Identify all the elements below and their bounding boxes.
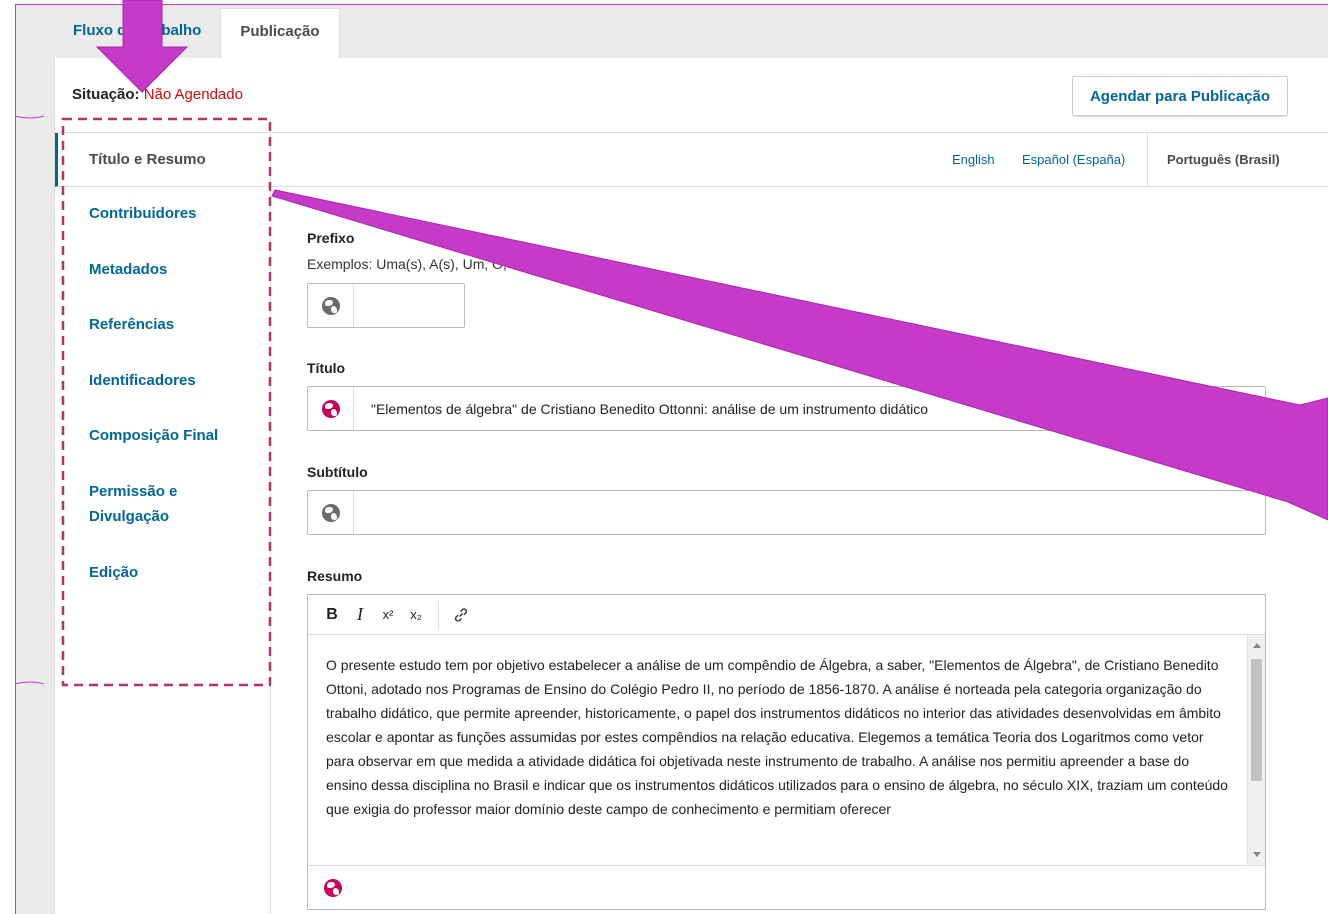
- publication-status: Situação: Não Agendado: [72, 86, 243, 103]
- tab-publication[interactable]: Publicação: [220, 8, 340, 58]
- tab-workflow[interactable]: Fluxo de Trabalho: [54, 8, 220, 58]
- bold-button[interactable]: B: [318, 601, 346, 629]
- italic-button[interactable]: I: [346, 601, 374, 629]
- superscript-button[interactable]: x²: [374, 601, 402, 629]
- prefix-description: Exemplos: Uma(s), A(s), Um, O, O(s): [307, 256, 539, 272]
- status-bar: Situação: Não Agendado Agendar para Publ…: [55, 58, 1328, 133]
- subtitle-locale-toggle[interactable]: [308, 491, 354, 534]
- side-nav: Título e Resumo Contribuidores Metadados…: [55, 133, 271, 914]
- nav-item-title-abstract[interactable]: Título e Resumo: [55, 133, 270, 187]
- nav-item-contributors[interactable]: Contribuidores: [55, 201, 270, 226]
- lang-divider: [1147, 133, 1148, 186]
- toolbar-divider: [438, 600, 439, 629]
- editor-scrollbar[interactable]: [1247, 635, 1265, 865]
- title-locale-toggle[interactable]: [308, 387, 354, 430]
- tab-bar: Fluxo de Trabalho Publicação: [54, 8, 340, 58]
- abstract-editor[interactable]: B I x² x₂ O presente estudo tem por obje…: [307, 594, 1266, 910]
- status-label: Situação:: [72, 86, 140, 103]
- abstract-locale-bar: [308, 865, 1265, 910]
- lang-portuguese[interactable]: Português (Brasil): [1167, 152, 1280, 167]
- globe-icon: [321, 296, 340, 315]
- lang-english[interactable]: English: [952, 152, 995, 167]
- scroll-thumb[interactable]: [1251, 659, 1262, 781]
- nav-item-galleys[interactable]: Composição Final: [55, 423, 270, 448]
- title-input[interactable]: "Elementos de álgebra" de Cristiano Bene…: [307, 386, 1266, 431]
- nav-item-identifiers[interactable]: Identificadores: [55, 368, 270, 393]
- status-value: Não Agendado: [143, 86, 243, 103]
- nav-item-references[interactable]: Referências: [55, 312, 270, 337]
- globe-icon: [321, 503, 340, 522]
- nav-item-issue[interactable]: Edição: [55, 560, 270, 585]
- prefix-label: Prefixo: [307, 230, 355, 246]
- editor-toolbar: B I x² x₂: [308, 595, 1265, 635]
- globe-icon[interactable]: [324, 879, 342, 897]
- subtitle-label: Subtítulo: [307, 464, 368, 480]
- subscript-button[interactable]: x₂: [402, 601, 430, 629]
- nav-item-metadata[interactable]: Metadados: [55, 257, 270, 282]
- subtitle-input[interactable]: [307, 490, 1266, 535]
- title-value: "Elementos de álgebra" de Cristiano Bene…: [371, 400, 929, 417]
- language-bar: English Español (España) Português (Bras…: [271, 133, 1328, 187]
- scroll-down-icon[interactable]: [1253, 852, 1261, 857]
- link-icon: [454, 607, 468, 622]
- title-label: Título: [307, 360, 346, 376]
- lang-spanish[interactable]: Español (España): [1022, 152, 1125, 167]
- scroll-up-icon[interactable]: [1253, 643, 1261, 648]
- link-button[interactable]: [447, 601, 475, 629]
- globe-icon: [321, 399, 340, 418]
- prefix-locale-toggle[interactable]: [308, 284, 354, 327]
- abstract-text-area[interactable]: O presente estudo tem por objetivo estab…: [308, 635, 1248, 865]
- abstract-label: Resumo: [307, 568, 363, 584]
- schedule-publication-button[interactable]: Agendar para Publicação: [1072, 76, 1288, 116]
- nav-item-permissions[interactable]: Permissão e Divulgação: [55, 479, 225, 529]
- publication-panel: Situação: Não Agendado Agendar para Publ…: [54, 58, 1328, 914]
- prefix-input[interactable]: [307, 283, 465, 328]
